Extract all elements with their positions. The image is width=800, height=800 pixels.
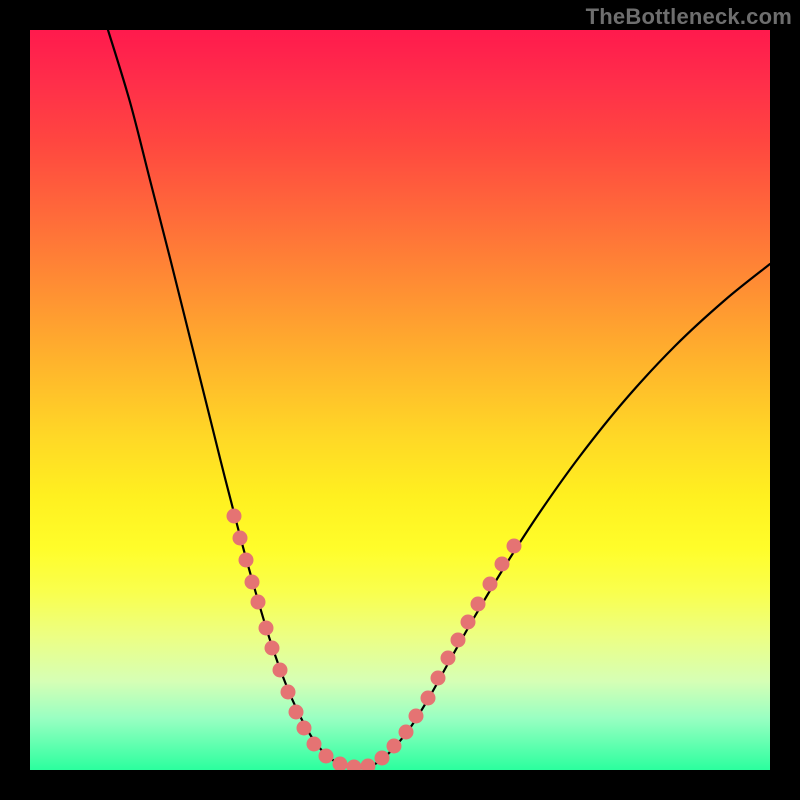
marker-point [347,760,362,771]
chart-frame: TheBottleneck.com [0,0,800,800]
marker-point [239,553,254,568]
plot-area [30,30,770,770]
marker-point [441,651,456,666]
marker-point [399,725,414,740]
marker-point [245,575,260,590]
marker-point [227,509,242,524]
marker-point [451,633,466,648]
marker-point [361,759,376,771]
marker-point [273,663,288,678]
marker-point [387,739,402,754]
marker-point [297,721,312,736]
marker-point [307,737,322,752]
marker-point [259,621,274,636]
marker-point [507,539,522,554]
marker-point [471,597,486,612]
marker-point [495,557,510,572]
marker-point [421,691,436,706]
watermark-text: TheBottleneck.com [586,4,792,30]
marker-point [483,577,498,592]
marker-point [265,641,280,656]
marker-point [409,709,424,724]
chart-svg [30,30,770,770]
marker-point [319,749,334,764]
marker-point [375,751,390,766]
marker-point [431,671,446,686]
marker-point [251,595,266,610]
marker-point [461,615,476,630]
marker-point [333,757,348,771]
marker-point [281,685,296,700]
marker-point [233,531,248,546]
marker-point [289,705,304,720]
bottleneck-curve-line [108,30,770,768]
